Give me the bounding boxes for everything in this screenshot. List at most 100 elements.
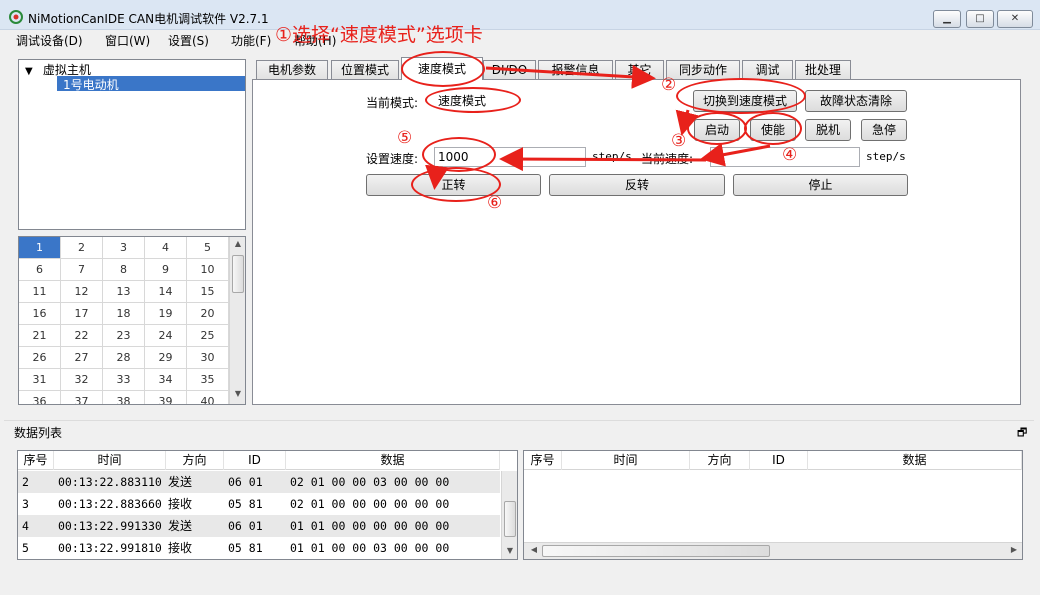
- grid-cell[interactable]: 8: [103, 259, 145, 281]
- scroll-left-icon[interactable]: ◀: [526, 545, 542, 554]
- tab-2[interactable]: 速度模式: [401, 57, 483, 80]
- grid-cell[interactable]: 6: [19, 259, 61, 281]
- grid-cell[interactable]: 22: [61, 325, 103, 347]
- grid-cell[interactable]: 33: [103, 369, 145, 391]
- grid-cell[interactable]: 2: [61, 237, 103, 259]
- grid-cell[interactable]: 27: [61, 347, 103, 369]
- grid-cell[interactable]: 29: [145, 347, 187, 369]
- table-row[interactable]: 3 00:13:22.883660 接收 05 81 02 01 00 00 00 00…: [18, 493, 500, 515]
- clear-fault-button[interactable]: 故障状态清除: [805, 90, 907, 112]
- tree-node-motor-1[interactable]: 1号电动机: [57, 76, 245, 92]
- column-header[interactable]: 时间: [54, 451, 166, 470]
- grid-cell[interactable]: 36: [19, 391, 61, 404]
- grid-cell[interactable]: 5: [187, 237, 229, 259]
- set-speed-input[interactable]: 1000: [434, 147, 586, 167]
- emergency-stop-button[interactable]: 急停: [861, 119, 907, 141]
- grid-cell[interactable]: 20: [187, 303, 229, 325]
- enable-button[interactable]: 使能: [750, 119, 796, 141]
- grid-cell[interactable]: 35: [187, 369, 229, 391]
- tab-5[interactable]: 其它: [615, 60, 664, 79]
- restore-panel-icon[interactable]: 🗗: [1017, 424, 1027, 443]
- scroll-up-icon[interactable]: ▲: [230, 239, 245, 248]
- forward-button[interactable]: 正转: [366, 174, 541, 196]
- menu-window[interactable]: 窗口(W): [105, 32, 150, 49]
- chevron-down-icon[interactable]: ▼: [25, 66, 39, 77]
- menu-function[interactable]: 功能(F): [231, 32, 271, 49]
- table-row[interactable]: 2 00:13:22.883110 发送 06 01 02 01 00 00 03 00…: [18, 471, 500, 493]
- column-header[interactable]: 数据: [286, 451, 500, 470]
- table-row[interactable]: 4 00:13:22.991330 发送 06 01 01 01 00 00 00 00…: [18, 515, 500, 537]
- tab-4[interactable]: 报警信息: [538, 60, 613, 79]
- column-header[interactable]: 数据: [808, 451, 1022, 470]
- grid-cell[interactable]: 31: [19, 369, 61, 391]
- scroll-thumb[interactable]: [504, 501, 516, 537]
- table-cell: 06 01: [228, 475, 263, 489]
- scroll-thumb[interactable]: [232, 255, 244, 293]
- grid-cell[interactable]: 3: [103, 237, 145, 259]
- grid-cell[interactable]: 34: [145, 369, 187, 391]
- grid-cell[interactable]: 32: [61, 369, 103, 391]
- offline-button[interactable]: 脱机: [805, 119, 851, 141]
- grid-cell[interactable]: 11: [19, 281, 61, 303]
- grid-cell[interactable]: 9: [145, 259, 187, 281]
- tab-8[interactable]: 批处理: [795, 60, 851, 79]
- scroll-right-icon[interactable]: ▶: [1006, 545, 1022, 554]
- motor-id-grid: 1 2 3 4 5 6 7 8 9 10 11 12 13 14 15 16 17 18 19 20 21 22 23 24 2…: [18, 236, 246, 405]
- menu-help[interactable]: 帮助(H): [294, 32, 336, 49]
- stop-button[interactable]: 停止: [733, 174, 908, 196]
- column-header[interactable]: 时间: [562, 451, 690, 470]
- grid-cell[interactable]: 15: [187, 281, 229, 303]
- column-header[interactable]: ID: [224, 451, 286, 470]
- minimize-button[interactable]: ▁: [933, 10, 961, 28]
- grid-cell[interactable]: 25: [187, 325, 229, 347]
- grid-cell[interactable]: 26: [19, 347, 61, 369]
- scroll-down-icon[interactable]: ▼: [502, 546, 517, 555]
- horizontal-scrollbar[interactable]: ◀ ▶: [524, 542, 1022, 559]
- grid-cell[interactable]: 40: [187, 391, 229, 404]
- menu-debug-device[interactable]: 调试设备(D): [16, 32, 83, 49]
- grid-cell[interactable]: 17: [61, 303, 103, 325]
- scroll-thumb[interactable]: [542, 545, 770, 557]
- scroll-down-icon[interactable]: ▼: [230, 389, 245, 398]
- grid-cell[interactable]: 28: [103, 347, 145, 369]
- grid-cell[interactable]: 38: [103, 391, 145, 404]
- grid-cell[interactable]: 7: [61, 259, 103, 281]
- grid-cell[interactable]: 16: [19, 303, 61, 325]
- column-header[interactable]: 序号: [524, 451, 562, 470]
- column-header[interactable]: 序号: [18, 451, 54, 470]
- switch-to-speed-mode-button[interactable]: 切换到速度模式: [693, 90, 797, 112]
- column-header[interactable]: 方向: [166, 451, 224, 470]
- table-cell: 00:13:22.883660: [58, 497, 162, 511]
- tab-0[interactable]: 电机参数: [256, 60, 328, 79]
- grid-cell[interactable]: 24: [145, 325, 187, 347]
- reverse-button[interactable]: 反转: [549, 174, 725, 196]
- grid-cell[interactable]: 4: [145, 237, 187, 259]
- table-scrollbar[interactable]: ▼: [501, 471, 517, 559]
- column-header[interactable]: ID: [750, 451, 808, 470]
- grid-cell[interactable]: 39: [145, 391, 187, 404]
- grid-cell[interactable]: 30: [187, 347, 229, 369]
- tab-7[interactable]: 调试: [742, 60, 793, 79]
- close-button[interactable]: ✕: [997, 10, 1033, 28]
- table-row[interactable]: 5 00:13:22.991810 接收 05 81 01 01 00 00 03 00…: [18, 537, 500, 559]
- grid-cell[interactable]: 14: [145, 281, 187, 303]
- grid-cell[interactable]: 1: [19, 237, 61, 259]
- grid-cell[interactable]: 18: [103, 303, 145, 325]
- grid-scrollbar[interactable]: ▲ ▼: [229, 237, 245, 404]
- grid-cell[interactable]: 19: [145, 303, 187, 325]
- table-cell: 接收: [168, 497, 193, 511]
- column-header[interactable]: 方向: [690, 451, 750, 470]
- device-tree[interactable]: ▼ 虚拟主机 1号电动机: [18, 59, 246, 230]
- grid-cell[interactable]: 10: [187, 259, 229, 281]
- tab-6[interactable]: 同步动作: [666, 60, 740, 79]
- tab-3[interactable]: DI/DO: [483, 60, 536, 79]
- maximize-button[interactable]: □: [966, 10, 994, 28]
- tab-1[interactable]: 位置模式: [331, 60, 399, 79]
- start-button[interactable]: 启动: [694, 119, 740, 141]
- grid-cell[interactable]: 13: [103, 281, 145, 303]
- grid-cell[interactable]: 23: [103, 325, 145, 347]
- grid-cell[interactable]: 37: [61, 391, 103, 404]
- menu-settings[interactable]: 设置(S): [168, 32, 209, 49]
- grid-cell[interactable]: 12: [61, 281, 103, 303]
- grid-cell[interactable]: 21: [19, 325, 61, 347]
